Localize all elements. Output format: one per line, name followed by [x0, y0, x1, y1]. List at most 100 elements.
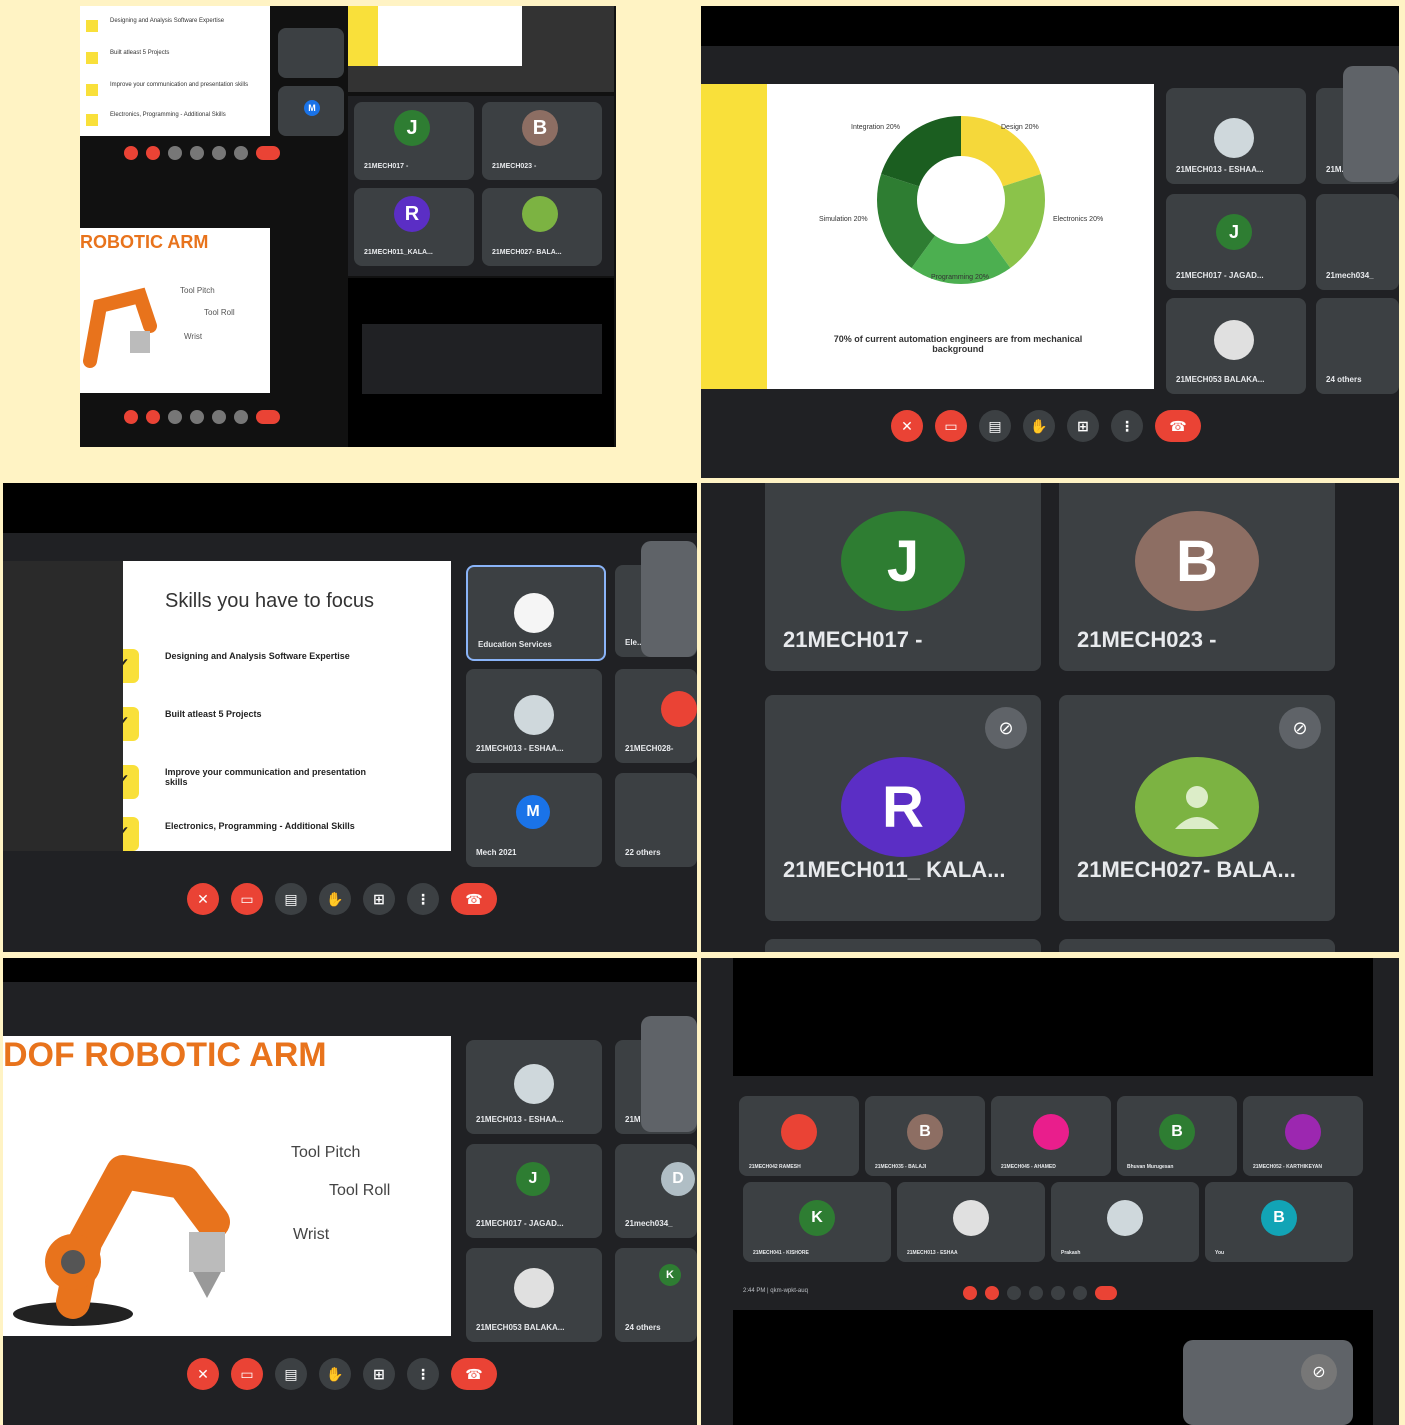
raise-hand-button[interactable]: ✋ [1023, 410, 1055, 442]
skill-item-2: Built atleast 5 Projects [165, 709, 262, 719]
participant-tile-partial: 22 others [615, 773, 697, 867]
participant-name: You [1215, 1250, 1225, 1256]
raise-hand-button[interactable]: ✋ [319, 883, 351, 915]
more-options-button[interactable] [1073, 1286, 1087, 1300]
participant-avatar: B [1135, 511, 1259, 611]
present-button[interactable] [212, 410, 226, 424]
tool-roll-label: Tool Roll [204, 308, 235, 317]
mic-muted-icon: ⊘ [1279, 707, 1321, 749]
participant-avatar [781, 1114, 817, 1150]
participant-tile: B 21MECH035 - BALAJI [865, 1096, 985, 1176]
participant-avatar [1033, 1114, 1069, 1150]
participant-tile: ⊘ 21MECH027- BALA... [1059, 695, 1335, 921]
captions-button[interactable]: ▤ [275, 883, 307, 915]
captions-button[interactable] [168, 410, 182, 424]
captions-button[interactable] [1007, 1286, 1021, 1300]
present-button[interactable]: ⊞ [363, 1358, 395, 1390]
present-button[interactable]: ⊞ [1067, 410, 1099, 442]
end-call-button[interactable]: ☎ [1155, 410, 1201, 442]
robot-slide-mini: ROBOTIC ARM Tool Pitch Tool Roll Wrist [80, 228, 270, 393]
participant-avatar: B [1261, 1200, 1297, 1236]
participant-avatar: J [394, 110, 430, 146]
more-button[interactable] [234, 146, 248, 160]
participant-avatar [1107, 1200, 1143, 1236]
camera-off-button[interactable]: ▭ [231, 883, 263, 915]
participant-photo [514, 1268, 554, 1308]
participant-photo [514, 695, 554, 735]
participant-tile-active: Education Services [466, 565, 606, 661]
skill-item-3: Improve your communication and presentat… [110, 82, 249, 88]
end-call-button[interactable]: ☎ [451, 1358, 497, 1390]
participant-name: 21MECH017 - JAGAD... [476, 1219, 564, 1228]
participant-name: 21MECH027- BALA... [492, 249, 562, 256]
donut-chart-slide: Integration 20% Design 20% Simulation 20… [701, 84, 1154, 389]
participant-name: 21mech034_ [625, 1219, 673, 1228]
participant-tile: K 21MECH041 - KISHORE [743, 1182, 891, 1262]
participant-tile-partial: K 24 others [615, 1248, 697, 1342]
presenter-video [3, 561, 123, 851]
present-button[interactable]: ⊞ [363, 883, 395, 915]
slide-title: DOF ROBOTIC ARM [3, 1036, 327, 1074]
captions-button[interactable] [168, 146, 182, 160]
participant-tile: 21MECH013 - ESHAA... [466, 1040, 602, 1134]
present-button[interactable] [1051, 1286, 1065, 1300]
more-button[interactable] [234, 410, 248, 424]
mic-off-button[interactable]: ✕ [891, 410, 923, 442]
end-call-button[interactable] [256, 146, 280, 160]
participant-name: 24 others [1326, 375, 1362, 384]
participant-name: 21MECH017 - [783, 627, 923, 652]
present-button[interactable] [212, 146, 226, 160]
mic-off-button[interactable]: ✕ [187, 1358, 219, 1390]
participant-avatar: B [522, 110, 558, 146]
more-options-button[interactable]: ⋮ [1111, 410, 1143, 442]
mic-off-button[interactable] [963, 1286, 977, 1300]
meet-window: 21MECH042 RAMESH B 21MECH035 - BALAJI 21MEC… [733, 1082, 1373, 1302]
raise-hand-button[interactable] [190, 410, 204, 424]
participant-row: 21MECH042 RAMESH B 21MECH035 - BALAJI 21MEC… [739, 1096, 1367, 1176]
raise-hand-button[interactable] [1029, 1286, 1043, 1300]
captions-button[interactable]: ▤ [275, 1358, 307, 1390]
skills-slide-mini: Designing and Analysis Software Expertis… [80, 6, 270, 136]
camera-off-button[interactable]: ▭ [231, 1358, 263, 1390]
captions-button[interactable]: ▤ [979, 410, 1011, 442]
skill-item-4: Electronics, Programming - Additional Sk… [110, 112, 226, 118]
participant-name: 21MECH028- [625, 744, 674, 753]
camera-off-button[interactable] [146, 146, 160, 160]
self-view-stub [1343, 66, 1399, 182]
check-icon [86, 114, 98, 126]
end-call-button[interactable] [1095, 1286, 1117, 1300]
mini-tile: M [278, 86, 344, 136]
end-call-button[interactable]: ☎ [451, 883, 497, 915]
participant-name: 21MECH027- BALA... [1077, 857, 1296, 882]
participant-tile: 21MECH045 - AHAMED [991, 1096, 1111, 1176]
participant-name: 21mech034_ [1326, 271, 1374, 280]
mic-off-button[interactable]: ✕ [187, 883, 219, 915]
participant-name: 22 others [625, 848, 661, 857]
check-icon [86, 52, 98, 64]
more-options-button[interactable]: ⋮ [407, 883, 439, 915]
participant-avatar: J [1216, 214, 1252, 250]
check-icon: ✓ [123, 649, 139, 683]
camera-off-button[interactable] [146, 410, 160, 424]
participant-name: 21MECH053 BALAKA... [476, 1323, 565, 1332]
participant-tile-partial: 24 others [1316, 298, 1399, 394]
end-call-button[interactable] [256, 410, 280, 424]
mic-off-button[interactable] [124, 146, 138, 160]
participant-tile: J 21MECH017 - JAGAD... [466, 1144, 602, 1238]
self-view-stub [641, 541, 697, 657]
participant-tile: 21MECH013 - ESHAA... [466, 669, 602, 763]
more-options-button[interactable]: ⋮ [407, 1358, 439, 1390]
participant-avatar: D [661, 1162, 695, 1196]
participant-tile: 21MECH053 BALAKA... [1166, 298, 1306, 394]
participant-tile: J 21MECH017 - JAGAD... [1166, 194, 1306, 290]
mic-muted-icon: ⊘ [985, 707, 1027, 749]
participant-avatar: K [799, 1200, 835, 1236]
camera-off-button[interactable] [985, 1286, 999, 1300]
mic-off-button[interactable] [124, 410, 138, 424]
participant-tile: 21MECH013 - ESHAA [897, 1182, 1045, 1262]
slide-title: Skills you have to focus [165, 590, 374, 612]
raise-hand-button[interactable]: ✋ [319, 1358, 351, 1390]
raise-hand-button[interactable] [190, 146, 204, 160]
camera-off-button[interactable]: ▭ [935, 410, 967, 442]
participant-name: Education Services [478, 640, 552, 649]
